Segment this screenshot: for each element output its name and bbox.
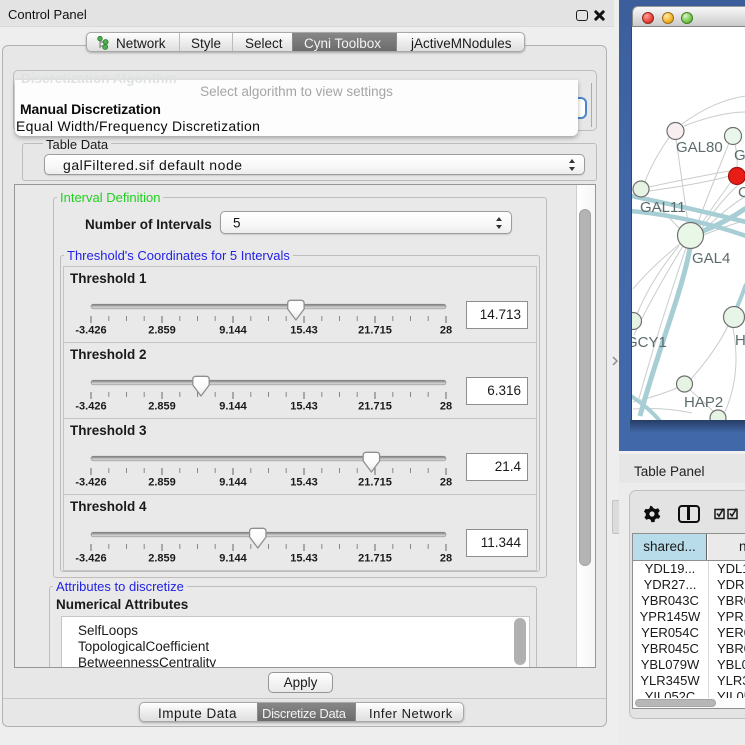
svg-text:-3.426: -3.426	[75, 553, 106, 565]
svg-text:2.859: 2.859	[148, 553, 176, 565]
svg-text:28: 28	[440, 477, 452, 489]
svg-text:2.859: 2.859	[148, 401, 176, 413]
svg-text:GAL80: GAL80	[676, 139, 723, 156]
svg-text:GA: GA	[734, 147, 745, 164]
svg-text:2.859: 2.859	[148, 477, 176, 489]
svg-text:21.715: 21.715	[358, 553, 392, 565]
svg-text:28: 28	[440, 325, 452, 337]
svg-text:21.715: 21.715	[358, 477, 392, 489]
svg-text:9.144: 9.144	[219, 401, 247, 413]
svg-text:9.144: 9.144	[219, 553, 247, 565]
svg-text:-3.426: -3.426	[75, 325, 106, 337]
svg-text:-3.426: -3.426	[75, 401, 106, 413]
svg-text:HAP2: HAP2	[684, 394, 723, 411]
svg-text:9.144: 9.144	[219, 477, 247, 489]
svg-text:15.43: 15.43	[290, 401, 318, 413]
svg-text:H: H	[735, 332, 745, 349]
svg-text:15.43: 15.43	[290, 325, 318, 337]
svg-text:15.43: 15.43	[290, 477, 318, 489]
svg-text:28: 28	[440, 553, 452, 565]
svg-text:GAL11: GAL11	[640, 199, 686, 216]
svg-text:15.43: 15.43	[290, 553, 318, 565]
svg-text:C: C	[738, 184, 745, 201]
svg-text:28: 28	[440, 401, 452, 413]
svg-text:GCY1: GCY1	[632, 334, 667, 351]
svg-text:GAL4: GAL4	[692, 250, 730, 267]
svg-text:21.715: 21.715	[358, 325, 392, 337]
svg-text:2.859: 2.859	[148, 325, 176, 337]
svg-text:-3.426: -3.426	[75, 477, 106, 489]
svg-text:21.715: 21.715	[358, 401, 392, 413]
svg-text:9.144: 9.144	[219, 325, 247, 337]
